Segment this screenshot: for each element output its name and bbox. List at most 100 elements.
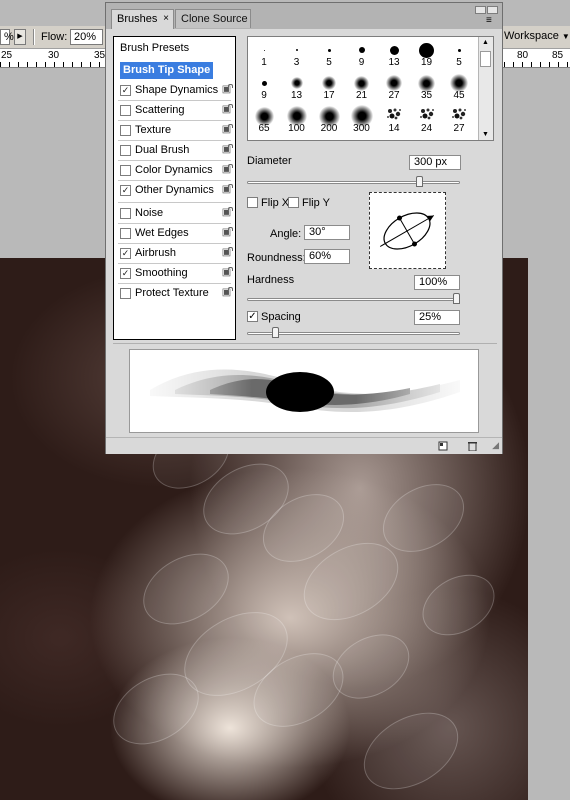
tab-clone-source[interactable]: Clone Source [175,9,251,28]
checkbox[interactable] [120,208,131,219]
lock-icon[interactable]: ▣ [221,227,233,239]
list-item-protect-texture[interactable]: Protect Texture ▣ [114,285,235,302]
brush-tip-cell[interactable]: 100 [281,104,313,136]
brush-tip-cell[interactable]: 13 [281,71,313,103]
tip-grid-scrollbar[interactable]: ▲ ▼ [478,37,493,140]
checkbox[interactable]: ✓ [120,185,131,196]
brush-tip-grid: 1 3 5 9 13 19 5 9 13 17 21 27 35 45 65 100 200 300 14 24 27 … [247,36,494,141]
workspace-menu[interactable]: Workspace ▼ [500,28,570,45]
brush-presets-item[interactable]: Brush Presets [114,40,235,57]
checkbox[interactable] [120,145,131,156]
list-item-color-dynamics[interactable]: Color Dynamics ▣ [114,162,235,179]
new-preset-icon[interactable] [438,441,449,451]
list-item-texture[interactable]: Texture ▣ [114,122,235,139]
lock-icon[interactable]: ▣ [221,267,233,279]
close-icon[interactable]: × [163,10,169,28]
scroll-up-icon[interactable]: ▲ [482,39,489,46]
close-panel-icon[interactable] [487,6,498,14]
spacing-checkbox[interactable]: ✓ [247,311,258,322]
list-item-other-dynamics[interactable]: ✓ Other Dynamics ▣ [114,182,235,199]
checkbox[interactable] [120,165,131,176]
roundness-field[interactable]: 60% [304,249,350,264]
brush-tip-cell[interactable] [378,137,410,140]
brush-tip-cell[interactable]: 200 [313,104,345,136]
collapse-panel-icon[interactable] [475,6,486,14]
diameter-slider-track[interactable] [247,181,460,184]
spacing-field[interactable]: 25% [414,310,460,325]
brush-tip-cell[interactable]: 14 [378,104,410,136]
workspace-label: Workspace [504,30,559,42]
splatter-brush-icon [289,140,305,141]
brush-tip-cell[interactable] [411,137,443,141]
brush-tip-cell[interactable]: 45 [443,71,475,103]
list-item-shape-dynamics[interactable]: ✓ Shape Dynamics ▣ [114,82,235,99]
checkbox[interactable] [120,228,131,239]
brush-tip-cell[interactable]: 9 [346,38,378,70]
tab-brushes[interactable]: Brushes × [111,9,174,29]
flip-y-checkbox[interactable] [288,197,299,208]
panel-menu-icon[interactable]: ≡ [486,16,498,26]
lock-icon[interactable]: ▣ [221,84,233,96]
lock-icon[interactable]: ▣ [221,164,233,176]
opacity-field[interactable]: % [0,29,14,45]
brush-tip-cell[interactable]: 5 [443,38,475,70]
trash-icon[interactable] [467,441,478,452]
lock-icon[interactable]: ▣ [221,144,233,156]
brush-tip-shape-item[interactable]: Brush Tip Shape [114,62,235,79]
brush-tip-cell[interactable]: 19 [411,38,443,70]
scrollbar-thumb[interactable] [480,51,491,67]
list-item-wet-edges[interactable]: Wet Edges ▣ [114,225,235,242]
list-item-smoothing[interactable]: ✓ Smoothing ▣ [114,265,235,282]
hardness-slider-thumb[interactable] [453,293,460,304]
checkbox[interactable] [120,105,131,116]
brush-tip-cell[interactable] [248,137,280,140]
brush-tip-cell[interactable]: 300 [346,104,378,136]
angle-field[interactable]: 30° [304,225,350,240]
list-item-scattering[interactable]: Scattering ▣ [114,102,235,119]
brush-tip-cell[interactable]: 17 [313,71,345,103]
splatter-brush-icon [419,107,435,121]
brush-tip-cell[interactable]: 3 [281,38,313,70]
lock-icon[interactable]: ▣ [221,247,233,259]
resize-grip-icon[interactable]: ◢ [492,440,499,451]
diameter-field[interactable]: 300 px [409,155,461,170]
brush-tip-cell[interactable] [281,137,313,141]
checkbox[interactable] [120,125,131,136]
brush-tip-cell[interactable]: 13 [378,38,410,70]
brush-tip-cell[interactable]: 65 [248,104,280,136]
brush-tip-cell[interactable] [346,137,378,140]
lock-icon[interactable]: ▣ [221,287,233,299]
brush-tip-cell[interactable]: 35 [411,71,443,103]
brush-tip-cell[interactable]: 27 [378,71,410,103]
opacity-dropdown-arrow[interactable]: ▶ [14,29,26,45]
brush-tip-cell[interactable]: 21 [346,71,378,103]
spacing-slider-thumb[interactable] [271,327,279,338]
hard-round-brush-icon [263,49,265,51]
list-item-noise[interactable]: Noise ▣ [114,205,235,222]
checkbox[interactable]: ✓ [120,85,131,96]
brush-tip-cell[interactable]: 27 [443,104,475,136]
brush-tip-cell[interactable]: 1 [248,38,280,70]
hardness-field[interactable]: 100% [414,275,460,290]
lock-icon[interactable]: ▣ [221,184,233,196]
checkbox[interactable]: ✓ [120,248,131,259]
splatter-brush-icon [419,140,435,141]
list-item-airbrush[interactable]: ✓ Airbrush ▣ [114,245,235,262]
brush-angle-roundness-widget[interactable] [369,192,446,269]
brush-tip-cell[interactable]: 9 [248,71,280,103]
lock-icon[interactable]: ▣ [221,104,233,116]
hardness-slider-track[interactable] [247,298,460,301]
diameter-slider-thumb[interactable] [415,176,423,187]
lock-icon[interactable]: ▣ [221,207,233,219]
flip-x-checkbox[interactable] [247,197,258,208]
scroll-down-icon[interactable]: ▼ [482,131,489,138]
flow-field[interactable]: 20% [70,29,103,45]
brush-tip-cell[interactable] [313,137,345,140]
lock-icon[interactable]: ▣ [221,124,233,136]
checkbox[interactable] [120,288,131,299]
checkbox[interactable]: ✓ [120,268,131,279]
brush-tip-cell[interactable]: 5 [313,38,345,70]
brush-tip-cell[interactable]: 24 [411,104,443,136]
spacing-slider-track[interactable] [247,332,460,335]
list-item-dual-brush[interactable]: Dual Brush ▣ [114,142,235,159]
